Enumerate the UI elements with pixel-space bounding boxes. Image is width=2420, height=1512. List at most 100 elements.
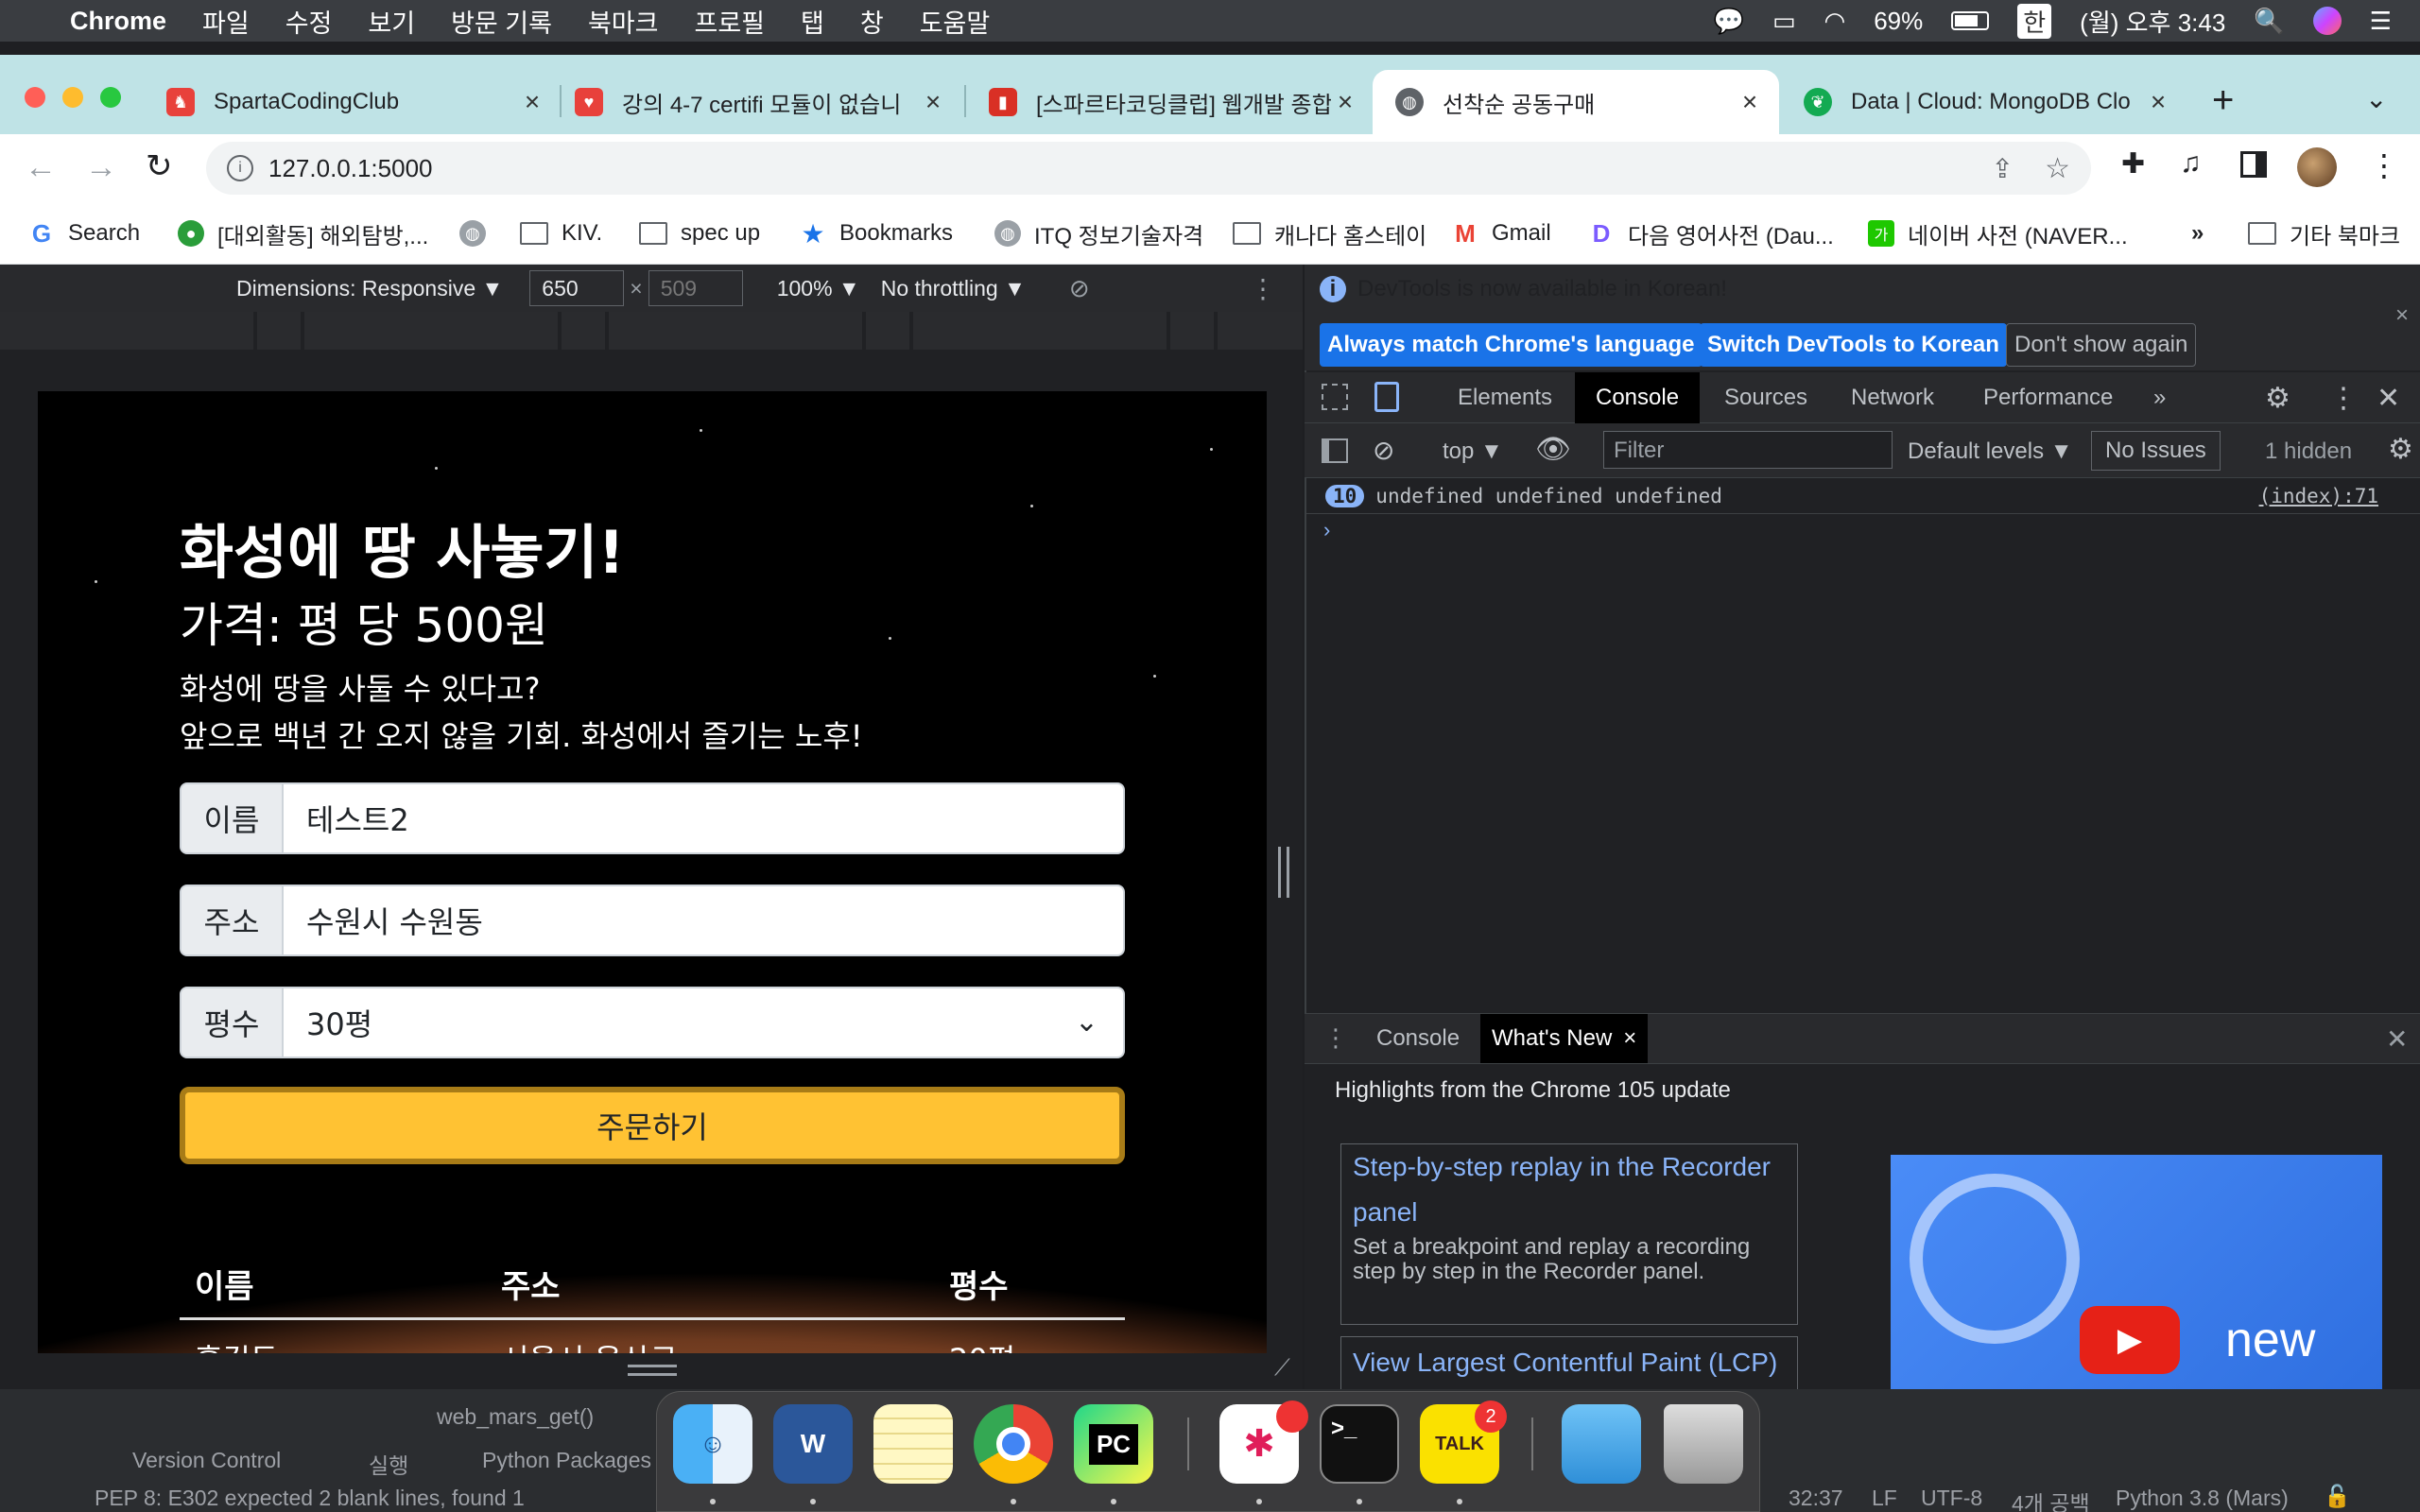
menu-app-name[interactable]: Chrome bbox=[70, 7, 166, 36]
run-tab[interactable]: 실행 bbox=[369, 1448, 408, 1480]
rotate-icon[interactable]: ⊘ bbox=[1069, 274, 1090, 303]
tab-performance[interactable]: Performance bbox=[1983, 372, 2113, 423]
live-expression-eye-icon[interactable]: 👁 bbox=[1535, 433, 1571, 466]
tab-group-buy-active[interactable]: ◍ 선착순 공동구매 × bbox=[1373, 70, 1779, 134]
menu-history[interactable]: 방문 기록 bbox=[451, 3, 552, 40]
throttle-select[interactable]: No throttling ▼ bbox=[881, 276, 1026, 301]
downloads-folder-icon[interactable] bbox=[1562, 1404, 1641, 1484]
bookmark-itq[interactable]: ◍ ITQ 정보기술자격 bbox=[994, 202, 1203, 265]
bookmark-naver-dict[interactable]: 가 네이버 사전 (NAVER... bbox=[1868, 202, 2128, 265]
tab-close-icon[interactable]: × bbox=[1736, 87, 1764, 117]
more-tabs-chevron[interactable]: » bbox=[2153, 372, 2166, 423]
viewport-side-resize-handle[interactable] bbox=[1278, 847, 1289, 898]
tab-network[interactable]: Network bbox=[1851, 372, 1934, 423]
airplay-icon[interactable]: ▭ bbox=[1772, 7, 1796, 36]
tab-lecture-question[interactable]: ♥ 강의 4-7 certifi 모듈이 없습니 × bbox=[575, 70, 947, 134]
inspect-element-icon[interactable] bbox=[1322, 384, 1348, 410]
whats-new-card-lcp[interactable]: View Largest Contentful Paint (LCP) bbox=[1340, 1336, 1798, 1389]
tab-search-chevron-icon[interactable]: ⌄ bbox=[2365, 83, 2387, 114]
tab-spartacodingclub[interactable]: ♞ SpartaCodingClub × bbox=[166, 70, 546, 134]
pycharm-icon[interactable]: PC bbox=[1074, 1404, 1153, 1484]
bookmark-bookmarks[interactable]: ★ Bookmarks bbox=[800, 202, 953, 265]
messenger-status-icon[interactable]: 💬 bbox=[1714, 7, 1744, 36]
dimensions-select[interactable]: Dimensions: Responsive ▼ bbox=[236, 276, 503, 301]
media-query-ruler[interactable] bbox=[0, 312, 1303, 350]
reload-icon[interactable]: ↻ bbox=[146, 147, 173, 185]
address-bar[interactable]: i 127.0.0.1:5000 ⇪ ☆ bbox=[206, 142, 2091, 195]
line-ending[interactable]: LF bbox=[1872, 1486, 1897, 1511]
tab-console[interactable]: Console bbox=[1575, 372, 1701, 423]
menu-view[interactable]: 보기 bbox=[368, 3, 415, 40]
extensions-puzzle-icon[interactable]: ✚ bbox=[2121, 147, 2145, 180]
order-button[interactable]: 주문하기 bbox=[180, 1087, 1125, 1164]
bookmark-star-icon[interactable]: ☆ bbox=[2045, 152, 2070, 185]
bookmark-other[interactable]: 기타 북마크 bbox=[2248, 202, 2400, 265]
bookmark-canada-homestay[interactable]: 캐나다 홈스테이 bbox=[1233, 202, 1426, 265]
console-filter-input[interactable]: Filter bbox=[1603, 431, 1893, 469]
tab-close-icon[interactable]: × bbox=[1331, 87, 1359, 117]
size-select[interactable]: 30평 bbox=[284, 988, 1123, 1057]
name-input[interactable]: 테스트2 bbox=[284, 784, 1123, 852]
tab-close-icon[interactable]: × bbox=[518, 87, 546, 117]
issues-button[interactable]: No Issues bbox=[2091, 431, 2221, 471]
sidebar-toggle-icon[interactable] bbox=[1322, 438, 1348, 463]
battery-icon[interactable] bbox=[1951, 11, 1990, 30]
context-select[interactable]: top ▼ bbox=[1443, 438, 1503, 465]
devtools-close-icon[interactable]: ✕ bbox=[2377, 372, 2400, 423]
menu-profile[interactable]: 프로필 bbox=[694, 3, 765, 40]
viewport-bottom-resize-handle[interactable] bbox=[628, 1365, 677, 1376]
terminal-icon[interactable]: >_ bbox=[1320, 1404, 1399, 1484]
drawer-close-icon[interactable]: ✕ bbox=[2386, 1023, 2408, 1055]
bookmark-gmail[interactable]: M Gmail bbox=[1452, 202, 1551, 265]
chrome-menu-icon[interactable]: ⋮ bbox=[2369, 147, 2399, 183]
youtube-play-icon[interactable]: ▶ bbox=[2080, 1306, 2180, 1374]
window-close-button[interactable] bbox=[25, 87, 45, 108]
drawer-tab-whats-new[interactable]: What's New × bbox=[1480, 1014, 1649, 1063]
profile-avatar[interactable] bbox=[2297, 147, 2337, 187]
menu-tab[interactable]: 탭 bbox=[801, 3, 824, 40]
zoom-select[interactable]: 100% ▼ bbox=[777, 276, 860, 301]
tab-mongodb[interactable]: ❦ Data | Cloud: MongoDB Clo × bbox=[1804, 70, 2172, 134]
whats-new-card-recorder[interactable]: Step-by-step replay in the Recorder pane… bbox=[1340, 1143, 1798, 1325]
console-prompt-chevron[interactable]: › bbox=[1323, 518, 1330, 542]
menu-help[interactable]: 도움말 bbox=[920, 3, 991, 40]
new-tab-plus-icon[interactable]: + bbox=[2212, 79, 2234, 122]
clear-console-icon[interactable]: ⊘ bbox=[1373, 435, 1394, 466]
siri-icon[interactable] bbox=[2312, 7, 2342, 35]
message-source-link[interactable]: (index):71 bbox=[2259, 485, 2378, 507]
cursor-position[interactable]: 32:37 bbox=[1789, 1486, 1843, 1511]
device-toggle-icon[interactable] bbox=[1374, 382, 1399, 412]
device-toolbar-menu-icon[interactable]: ⋮ bbox=[1250, 273, 1276, 304]
menu-window[interactable]: 창 bbox=[860, 3, 884, 40]
width-input[interactable]: 650 bbox=[529, 270, 625, 306]
drawer-tab-close-icon[interactable]: × bbox=[1623, 1025, 1636, 1052]
back-arrow-icon[interactable]: ← bbox=[25, 149, 57, 186]
wifi-icon[interactable]: ◠ bbox=[1824, 7, 1846, 36]
dont-show-again-button[interactable]: Don't show again bbox=[2006, 323, 2197, 367]
drawer-menu-icon[interactable]: ⋮ bbox=[1323, 1023, 1348, 1053]
devtools-menu-icon[interactable]: ⋮ bbox=[2329, 372, 2358, 423]
bookmark-search[interactable]: G Search bbox=[28, 202, 140, 265]
clock[interactable]: (월) 오후 3:43 bbox=[2080, 4, 2225, 39]
card-title-link[interactable]: View Largest Contentful Paint (LCP) bbox=[1353, 1337, 1786, 1388]
notes-icon[interactable] bbox=[873, 1404, 953, 1484]
side-panel-icon[interactable] bbox=[2240, 151, 2267, 178]
chrome-icon[interactable] bbox=[974, 1404, 1053, 1484]
menu-edit[interactable]: 수정 bbox=[285, 3, 333, 40]
finder-icon[interactable]: ☺ bbox=[673, 1404, 752, 1484]
height-input[interactable]: 509 bbox=[648, 270, 743, 306]
spotlight-search-icon[interactable]: 🔍 bbox=[2254, 7, 2284, 36]
python-interpreter[interactable]: Python 3.8 (Mars) bbox=[2116, 1486, 2289, 1511]
file-encoding[interactable]: UTF-8 bbox=[1921, 1486, 1982, 1511]
input-source[interactable]: 한 bbox=[2017, 3, 2052, 39]
bookmark-kiv[interactable]: ◍ KIV. bbox=[459, 202, 602, 265]
word-icon[interactable]: W bbox=[773, 1404, 853, 1484]
share-icon[interactable]: ⇪ bbox=[1992, 153, 2014, 184]
trash-icon[interactable] bbox=[1664, 1404, 1743, 1484]
site-info-icon[interactable]: i bbox=[227, 155, 253, 181]
tab-webdev-course[interactable]: ▮ [스파르타코딩클럽] 웹개발 종합 × bbox=[989, 70, 1359, 134]
media-control-icon[interactable]: ♫ bbox=[2180, 147, 2202, 180]
lock-icon[interactable]: 🔓 bbox=[2324, 1484, 2351, 1509]
window-minimize-button[interactable] bbox=[62, 87, 83, 108]
viewport-corner-resize-icon[interactable]: ⟋ bbox=[1274, 1355, 1290, 1382]
